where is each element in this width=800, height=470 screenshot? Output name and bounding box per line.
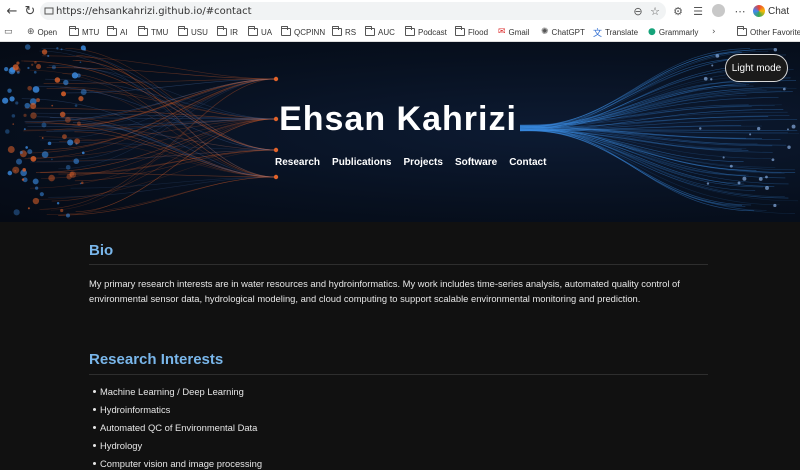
bookmark-ir[interactable]: IR — [217, 25, 238, 39]
bookmark-translate[interactable]: 文 Translate — [593, 25, 638, 39]
site-nav: Research Publications Projects Software … — [275, 157, 546, 168]
folder-icon — [107, 26, 117, 36]
list-item: Machine Learning / Deep Learning — [92, 386, 262, 404]
site-title: Ehsan Kahrizi — [279, 100, 517, 138]
bookmark-flood[interactable]: Flood — [455, 25, 488, 39]
gmail-icon: ✉ — [498, 27, 506, 37]
more-menu-icon[interactable]: ⋯ — [732, 3, 748, 19]
bio-heading: Bio — [89, 242, 114, 259]
folder-icon — [281, 26, 291, 36]
research-interests-heading: Research Interests — [89, 351, 224, 368]
light-mode-button[interactable]: Light mode — [725, 54, 788, 82]
favorites-icon[interactable]: ☰ — [690, 3, 706, 19]
bookmark-qcpinn[interactable]: QCPINN — [281, 25, 325, 39]
research-interests-list: Machine Learning / Deep Learning Hydroin… — [92, 386, 262, 470]
bookmark-ua[interactable]: UA — [248, 25, 272, 39]
grammarly-icon: ● — [648, 27, 656, 37]
chatgpt-icon: ✺ — [541, 27, 549, 37]
star-icon[interactable]: ☆ — [647, 3, 663, 19]
folder-icon — [69, 26, 79, 36]
reload-icon[interactable]: ↻ — [22, 3, 38, 19]
sidebar-toggle-icon[interactable]: ▭ — [4, 25, 13, 39]
nav-projects[interactable]: Projects — [403, 157, 442, 168]
browser-toolbar: ← ↻ https://ehsankahrizi.github.io/#cont… — [0, 0, 800, 22]
nav-software[interactable]: Software — [455, 157, 497, 168]
folder-icon — [332, 26, 342, 36]
list-item: Automated QC of Environmental Data — [92, 422, 262, 440]
bookmark-auc[interactable]: AUC — [365, 25, 395, 39]
bookmark-tmu[interactable]: TMU — [138, 25, 168, 39]
nav-contact[interactable]: Contact — [509, 157, 546, 168]
nav-research[interactable]: Research — [275, 157, 320, 168]
copilot-icon — [753, 5, 765, 17]
folder-icon — [365, 26, 375, 36]
research-divider — [89, 374, 708, 375]
bookmarks-bar: ▭ ⊕ Open MTU AI TMU USU IR UA QCPINN RS A… — [0, 22, 800, 42]
bookmark-mtu[interactable]: MTU — [69, 25, 99, 39]
chevron-right-icon[interactable]: › — [712, 25, 716, 39]
bookmark-rs[interactable]: RS — [332, 25, 356, 39]
translate-icon: 文 — [593, 28, 603, 39]
hero-banner: Ehsan Kahrizi Research Publications Proj… — [0, 42, 800, 222]
bookmark-chatgpt[interactable]: ✺ ChatGPT — [541, 25, 585, 39]
folder-icon — [178, 26, 188, 36]
bookmark-ai[interactable]: AI — [107, 25, 128, 39]
list-item: Hydrology — [92, 440, 262, 458]
list-item: Hydroinformatics — [92, 404, 262, 422]
folder-icon — [405, 26, 415, 36]
address-bar[interactable]: https://ehsankahrizi.github.io/#contact — [40, 2, 666, 20]
folder-icon — [217, 26, 227, 36]
chat-label: Chat — [768, 5, 790, 17]
url-text: https://ehsankahrizi.github.io/#contact — [56, 5, 252, 17]
other-favorites[interactable]: Other Favorites — [737, 25, 800, 39]
bookmark-podcast[interactable]: Podcast — [405, 25, 447, 39]
bio-paragraph: My primary research interests are in wat… — [89, 278, 680, 304]
nav-publications[interactable]: Publications — [332, 157, 391, 168]
folder-icon — [737, 26, 747, 36]
folder-icon — [248, 26, 258, 36]
folder-icon — [455, 26, 465, 36]
bookmark-usu[interactable]: USU — [178, 25, 208, 39]
list-item: Computer vision and image processing — [92, 458, 262, 470]
globe-icon: ⊕ — [27, 27, 35, 37]
main-content: Bio My primary research interests are in… — [0, 222, 800, 470]
folder-icon — [138, 26, 148, 36]
bookmark-gmail[interactable]: ✉ Gmail — [498, 25, 529, 39]
chat-button[interactable]: Chat — [753, 3, 789, 19]
back-arrow-icon[interactable]: ← — [4, 3, 20, 19]
bookmark-open[interactable]: ⊕ Open — [27, 25, 57, 39]
site-info-icon[interactable] — [44, 6, 54, 16]
bio-divider — [89, 264, 708, 265]
bookmark-grammarly[interactable]: ● Grammarly — [648, 25, 698, 39]
profile-avatar[interactable] — [712, 4, 725, 17]
more-page-icon[interactable]: ⊖ — [630, 3, 646, 19]
extensions-icon[interactable]: ⚙ — [670, 3, 686, 19]
